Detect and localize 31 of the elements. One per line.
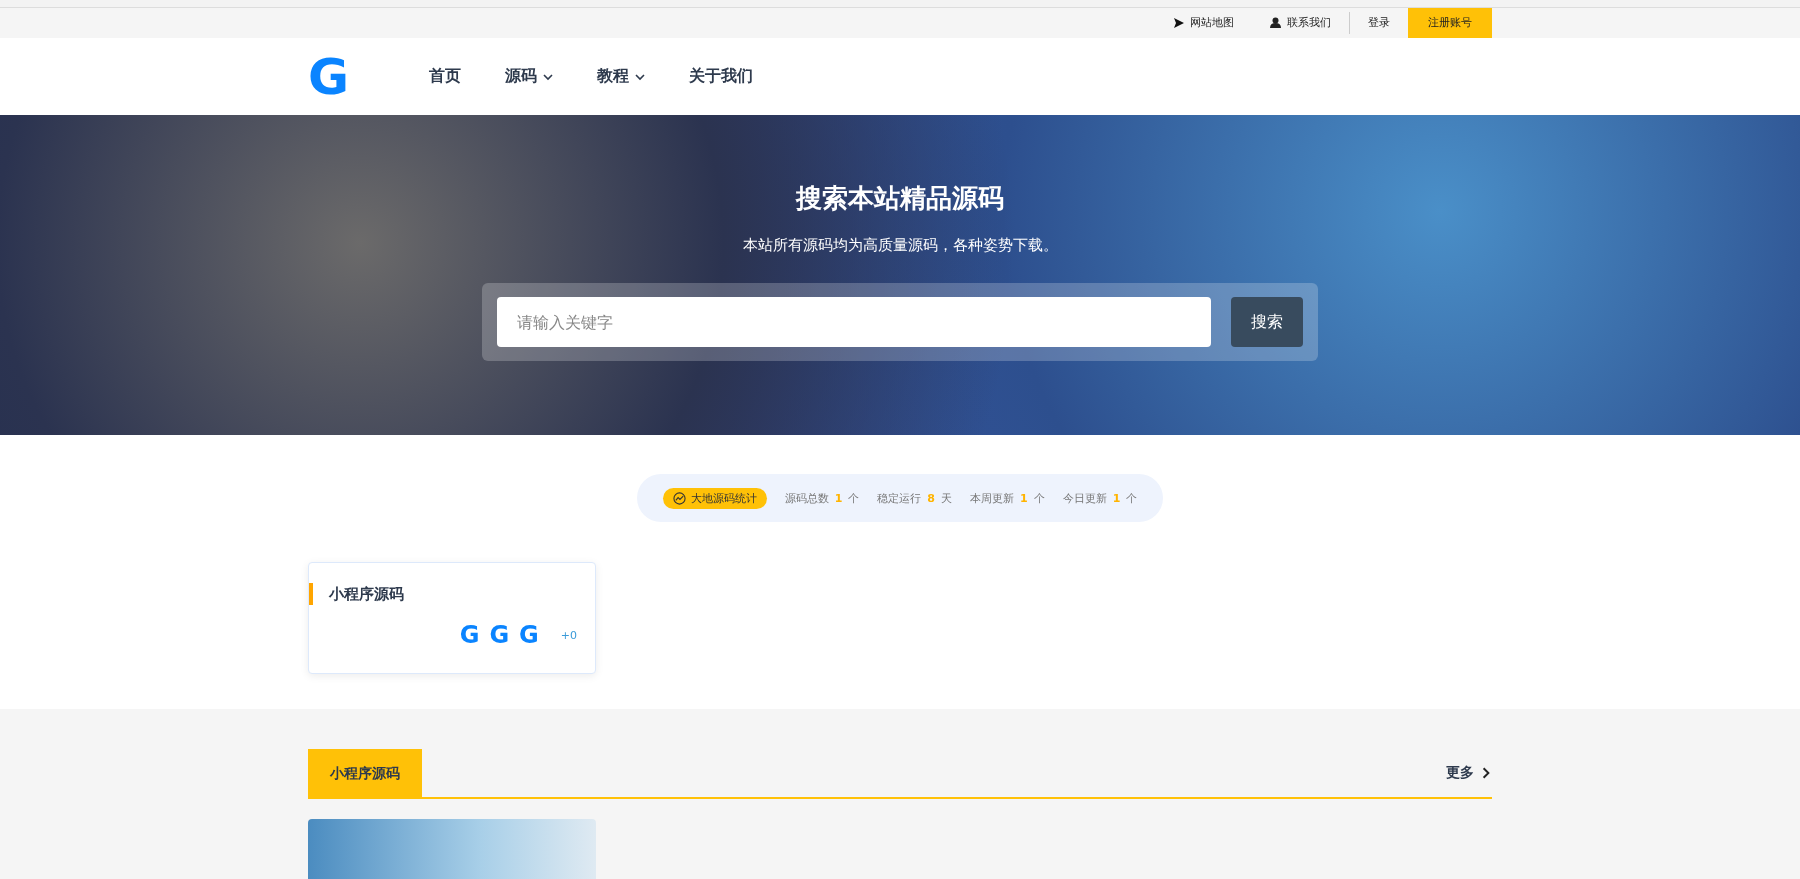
play-icon [1174,17,1184,28]
nav-link[interactable]: 教程 [597,66,646,88]
top-link[interactable]: 联系我们 [1252,7,1349,38]
search-button[interactable]: 搜索 [1231,297,1303,348]
stat-text: 稳定运行 8 天 [877,490,952,506]
top-link[interactable]: 网站地图 [1156,7,1252,38]
chart-icon [672,491,686,505]
nav-link[interactable]: 首页 [429,66,462,88]
register-button[interactable]: 注册账号 [1408,7,1492,38]
avatar-logo: G [519,621,539,650]
avatar-logo: G [489,621,510,650]
hero-subtitle: 本站所有源码均为高质量源码，各种姿势下载。 [742,236,1058,256]
card-title: 小程序源码 [309,583,595,606]
nav-link[interactable]: 关于我们 [689,66,754,88]
more-link[interactable]: 更多 [1446,764,1492,782]
logo[interactable]: G [308,51,350,102]
chevron-down-icon [635,71,646,82]
nav-link[interactable]: 源码 [505,66,554,88]
stat-text: 今日更新 1 个 [1062,490,1138,506]
chevron-right-icon [1480,767,1492,779]
section-tab[interactable]: 小程序源码 [308,749,422,797]
hero-title: 搜索本站精品源码 [796,182,1004,216]
stat-text: 本周更新 1 个 [970,490,1045,506]
count-label: +0 [560,628,577,642]
stats-badge-label: 大地源码统计 [690,490,757,506]
stat-text: 源码总数 1 个 [784,490,860,506]
avatar-logo: G [459,621,480,650]
chevron-down-icon [543,71,554,82]
search-field[interactable]: 请输入关键字 [497,297,1211,348]
person-icon [1270,17,1281,29]
category-card[interactable]: 小程序源码 G G G +0 [308,562,596,675]
